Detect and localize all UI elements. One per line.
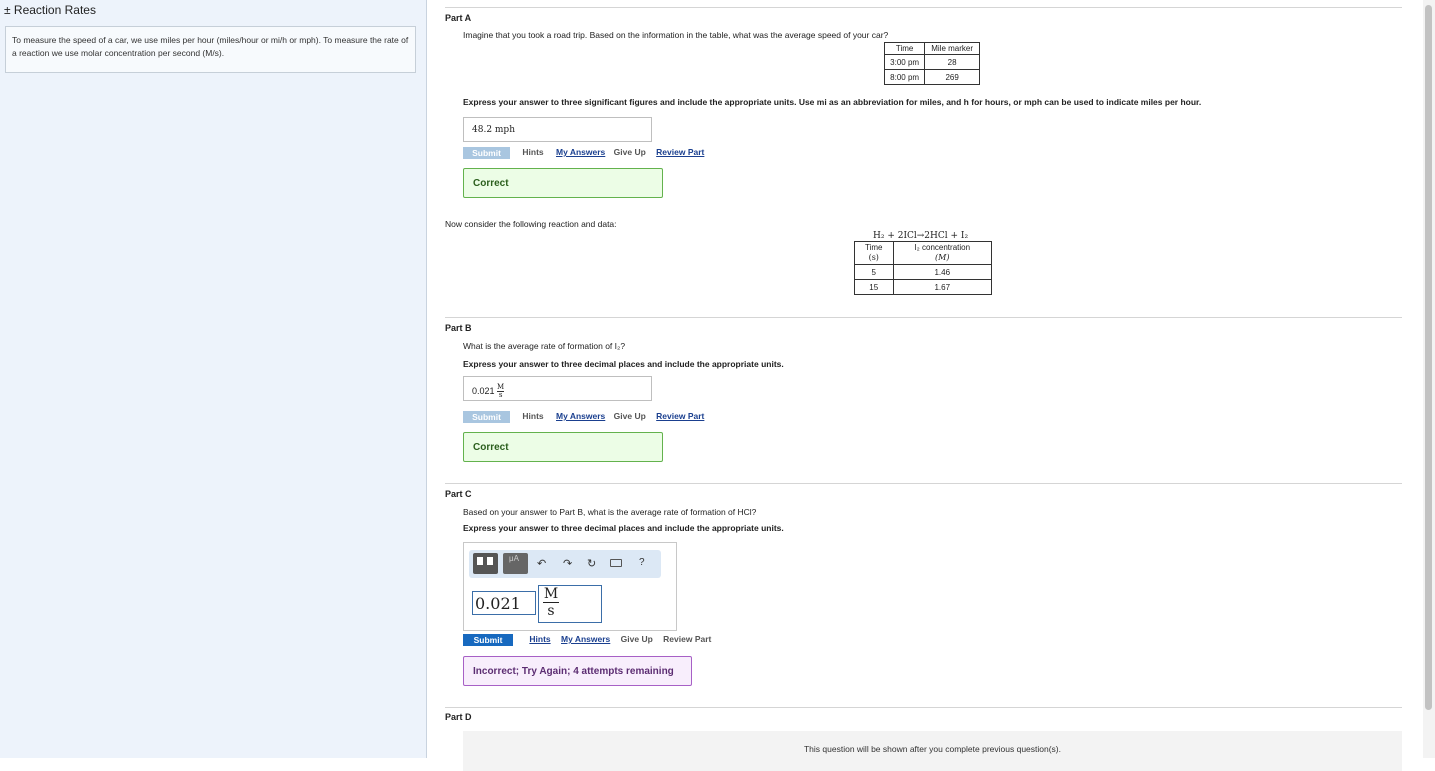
header-time-unit: (s): [868, 253, 879, 262]
give-up-link[interactable]: Give Up: [614, 411, 646, 421]
part-b-toolbar: Submit Hints My Answers Give Up Review P…: [463, 411, 704, 423]
table-row: 3:00 pm 28: [883, 54, 980, 70]
part-b-heading: Part B: [445, 323, 472, 333]
col-header-time: Time (s): [854, 241, 894, 265]
undo-icon[interactable]: ↶: [537, 557, 546, 570]
scrollbar-thumb[interactable]: [1425, 5, 1432, 710]
road-trip-table: Time Mile marker 3:00 pm 28 8:00 pm 269: [883, 42, 980, 85]
part-a-feedback: Correct: [463, 168, 663, 198]
my-answers-link[interactable]: My Answers: [556, 411, 605, 421]
reaction-data-table: Time (s) I₂ concentration (M) 5 1.46 15 …: [854, 241, 993, 295]
part-a-instruction: Express your answer to three significant…: [463, 97, 1202, 107]
part-a-answer-field[interactable]: 48.2 mph: [463, 117, 652, 142]
my-answers-link[interactable]: My Answers: [561, 634, 610, 644]
submit-button[interactable]: Submit: [463, 411, 510, 423]
unit-fraction: M s: [543, 587, 559, 620]
part-c-feedback: Incorrect; Try Again; 4 attempts remaini…: [463, 656, 692, 686]
divider: [445, 707, 1402, 708]
header-conc-unit: (M): [935, 253, 950, 262]
table-row: 5 1.46: [854, 264, 993, 280]
table-row: 15 1.67: [854, 279, 993, 295]
table-cell: 8:00 pm: [883, 69, 926, 85]
keyboard-icon[interactable]: [610, 559, 622, 567]
divider: [445, 317, 1402, 318]
col-header-time: Time: [883, 42, 926, 55]
part-b-question: What is the average rate of formation of…: [463, 341, 626, 351]
hints-link[interactable]: Hints: [529, 634, 550, 644]
part-b-answer-field[interactable]: 0.021 M s: [463, 376, 652, 401]
review-part-link[interactable]: Review Part: [656, 411, 704, 421]
table-cell: 1.46: [892, 264, 993, 280]
units-template-icon[interactable]: μA: [503, 553, 528, 574]
divider: [445, 7, 1402, 8]
help-icon[interactable]: ?: [639, 557, 645, 568]
review-part-link[interactable]: Review Part: [663, 634, 711, 644]
table-row: 8:00 pm 269: [883, 69, 980, 85]
review-part-link[interactable]: Review Part: [656, 147, 704, 157]
sidebar: ± Reaction Rates To measure the speed of…: [0, 0, 427, 758]
redo-icon[interactable]: ↷: [563, 557, 572, 570]
give-up-link[interactable]: Give Up: [614, 147, 646, 157]
math-answer-editor: μA ↶ ↷ ↻ ? 0.021 M s: [463, 542, 677, 631]
part-d-locked-notice: This question will be shown after you co…: [463, 731, 1402, 771]
give-up-link[interactable]: Give Up: [621, 634, 653, 644]
hints-link[interactable]: Hints: [522, 411, 543, 421]
unit-denominator: s: [498, 391, 503, 400]
col-header-mile-marker: Mile marker: [924, 42, 980, 55]
part-b-feedback: Correct: [463, 432, 663, 462]
reaction-equation: H₂ + 2ICl→2HCl + I₂: [873, 231, 969, 241]
submit-button[interactable]: Submit: [463, 634, 513, 646]
unit-numerator: M: [543, 586, 559, 603]
reset-icon[interactable]: ↻: [587, 557, 596, 570]
col-header-concentration: I₂ concentration (M): [892, 241, 993, 265]
scrollbar[interactable]: [1423, 0, 1435, 758]
part-d-heading: Part D: [445, 712, 472, 722]
part-c-toolbar: Submit Hints My Answers Give Up Review P…: [463, 634, 711, 646]
main-content: Part A Imagine that you took a road trip…: [445, 0, 1402, 771]
table-cell: 28: [924, 54, 980, 70]
table-cell: 15: [854, 279, 894, 295]
part-c-heading: Part C: [445, 489, 472, 499]
part-a-toolbar: Submit Hints My Answers Give Up Review P…: [463, 147, 704, 159]
unit-denominator: s: [547, 603, 555, 619]
part-a-heading: Part A: [445, 13, 472, 23]
assignment-title: ± Reaction Rates: [4, 3, 96, 17]
units-input[interactable]: M s: [538, 585, 602, 623]
table-cell: 1.67: [892, 279, 993, 295]
intro-text: To measure the speed of a car, we use mi…: [5, 26, 416, 73]
reaction-intro: Now consider the following reaction and …: [445, 219, 617, 229]
part-c-instruction: Express your answer to three decimal pla…: [463, 523, 784, 533]
divider: [445, 483, 1402, 484]
hints-link[interactable]: Hints: [522, 147, 543, 157]
editor-toolbar: μA ↶ ↷ ↻ ?: [469, 550, 661, 578]
my-answers-link[interactable]: My Answers: [556, 147, 605, 157]
answer-value: 0.021: [472, 386, 495, 396]
table-cell: 3:00 pm: [883, 54, 926, 70]
header-conc-label: I₂ concentration: [914, 243, 971, 252]
table-cell: 5: [854, 264, 894, 280]
header-time-label: Time: [865, 243, 883, 252]
part-a-question: Imagine that you took a road trip. Based…: [463, 30, 889, 40]
answer-unit: M s: [497, 384, 505, 400]
submit-button[interactable]: Submit: [463, 147, 510, 159]
value-input[interactable]: 0.021: [472, 591, 536, 615]
part-b-instruction: Express your answer to three decimal pla…: [463, 359, 784, 369]
part-c-question: Based on your answer to Part B, what is …: [463, 507, 757, 517]
template-icon[interactable]: [473, 553, 498, 574]
table-cell: 269: [924, 69, 980, 85]
